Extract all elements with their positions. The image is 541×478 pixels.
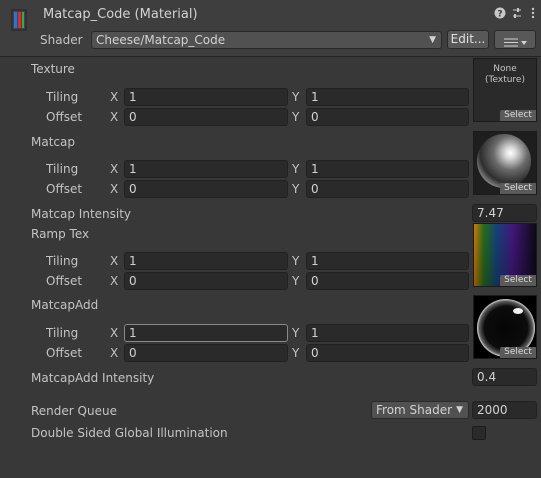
matcap-add-tiling-y-field[interactable]: 1: [306, 324, 469, 342]
matcap-select-button[interactable]: Select: [500, 183, 536, 194]
ramp-select-button[interactable]: Select: [500, 275, 536, 286]
texture-tiling-y-field[interactable]: 1: [306, 88, 469, 106]
texture-label: Texture: [31, 62, 75, 76]
matcap-add-offset-y-field[interactable]: 0: [306, 344, 469, 362]
matcap-intensity-field[interactable]: 7.47: [472, 204, 537, 222]
matcap-tiling-x-label: X: [110, 162, 119, 176]
matcap-add-tiling-x-field[interactable]: 1: [124, 324, 288, 342]
matcap-offset-x-field[interactable]: 0: [124, 180, 288, 198]
material-icon: [9, 8, 29, 32]
matcap-add-label: MatcapAdd: [31, 298, 99, 312]
matcap-add-offset-x-label: X: [110, 346, 119, 360]
matcap-add-offset-x-field[interactable]: 0: [124, 344, 288, 362]
ramp-offset-label: Offset: [46, 274, 83, 288]
help-icon[interactable]: ?: [493, 7, 507, 21]
list-menu-icon: [504, 35, 528, 52]
kebab-menu-icon[interactable]: [526, 7, 540, 21]
ramp-tiling-y-field[interactable]: 1: [306, 252, 469, 270]
matcap-texture-slot[interactable]: Select: [473, 131, 537, 195]
material-title: Matcap_Code (Material): [43, 7, 198, 22]
texture-slot[interactable]: None (Texture) Select: [473, 58, 537, 122]
matcap-add-tiling-label: Tiling: [46, 326, 79, 340]
shader-dropdown-value: Cheese/Matcap_Code: [96, 33, 226, 47]
ramp-tex-label: Ramp Tex: [31, 227, 90, 241]
matcap-add-intensity-label: MatcapAdd Intensity: [31, 371, 155, 385]
shader-dropdown[interactable]: Cheese/Matcap_Code ▼: [91, 31, 442, 49]
matcap-intensity-label: Matcap Intensity: [31, 207, 132, 221]
matcap-offset-x-label: X: [110, 182, 119, 196]
svg-text:?: ?: [497, 10, 502, 20]
double-sided-gi-label: Double Sided Global Illumination: [31, 426, 228, 440]
render-queue-dropdown[interactable]: From Shader ▼: [371, 401, 469, 419]
texture-offset-y-label: Y: [292, 110, 300, 124]
edit-button-label: Edit...: [450, 32, 486, 46]
ramp-offset-x-label: X: [110, 274, 119, 288]
render-queue-label: Render Queue: [31, 404, 117, 418]
texture-select-button[interactable]: Select: [500, 110, 536, 121]
matcap-add-offset-label: Offset: [46, 346, 83, 360]
ramp-tiling-x-field[interactable]: 1: [124, 252, 288, 270]
matcap-add-offset-y-label: Y: [292, 346, 300, 360]
matcap-tiling-y-field[interactable]: 1: [306, 160, 469, 178]
render-queue-dropdown-value: From Shader: [376, 403, 453, 417]
matcap-add-intensity-field[interactable]: 0.4: [472, 368, 537, 386]
edit-shader-button[interactable]: Edit...: [447, 30, 489, 49]
texture-tiling-label: Tiling: [46, 90, 79, 104]
matcap-add-tiling-x-label: X: [110, 326, 119, 340]
matcap-label: Matcap: [31, 135, 75, 149]
sliders-icon[interactable]: [510, 7, 524, 21]
matcap-offset-y-label: Y: [292, 182, 300, 196]
texture-offset-x-field[interactable]: 0: [124, 108, 288, 126]
matcap-add-select-button[interactable]: Select: [500, 347, 536, 358]
ramp-texture-slot[interactable]: Select: [473, 223, 537, 287]
matcap-tiling-y-label: Y: [292, 162, 300, 176]
texture-tiling-x-field[interactable]: 1: [124, 88, 288, 106]
texture-offset-label: Offset: [46, 110, 83, 124]
texture-tiling-x-label: X: [110, 90, 119, 104]
texture-offset-x-label: X: [110, 110, 119, 124]
matcap-offset-y-field[interactable]: 0: [306, 180, 469, 198]
matcap-add-tiling-y-label: Y: [292, 326, 300, 340]
inspector-header: Matcap_Code (Material) ? Shader Cheese/M…: [0, 0, 541, 57]
chevron-down-icon: ▼: [429, 35, 436, 45]
shader-options-button[interactable]: [494, 30, 536, 49]
ramp-tiling-x-label: X: [110, 254, 119, 268]
ramp-offset-y-field[interactable]: 0: [306, 272, 469, 290]
shader-label: Shader: [40, 33, 83, 47]
matcap-tiling-label: Tiling: [46, 162, 79, 176]
texture-none-label: None (Texture): [485, 64, 525, 85]
matcap-add-texture-slot[interactable]: Select: [473, 295, 537, 359]
matcap-tiling-x-field[interactable]: 1: [124, 160, 288, 178]
double-sided-gi-checkbox[interactable]: [472, 426, 486, 440]
ramp-tiling-y-label: Y: [292, 254, 300, 268]
texture-offset-y-field[interactable]: 0: [306, 108, 469, 126]
matcap-offset-label: Offset: [46, 182, 83, 196]
ramp-offset-x-field[interactable]: 0: [124, 272, 288, 290]
chevron-down-icon: ▼: [456, 405, 463, 415]
ramp-offset-y-label: Y: [292, 274, 300, 288]
ramp-tiling-label: Tiling: [46, 254, 79, 268]
texture-tiling-y-label: Y: [292, 90, 300, 104]
render-queue-value-field[interactable]: 2000: [472, 401, 537, 419]
